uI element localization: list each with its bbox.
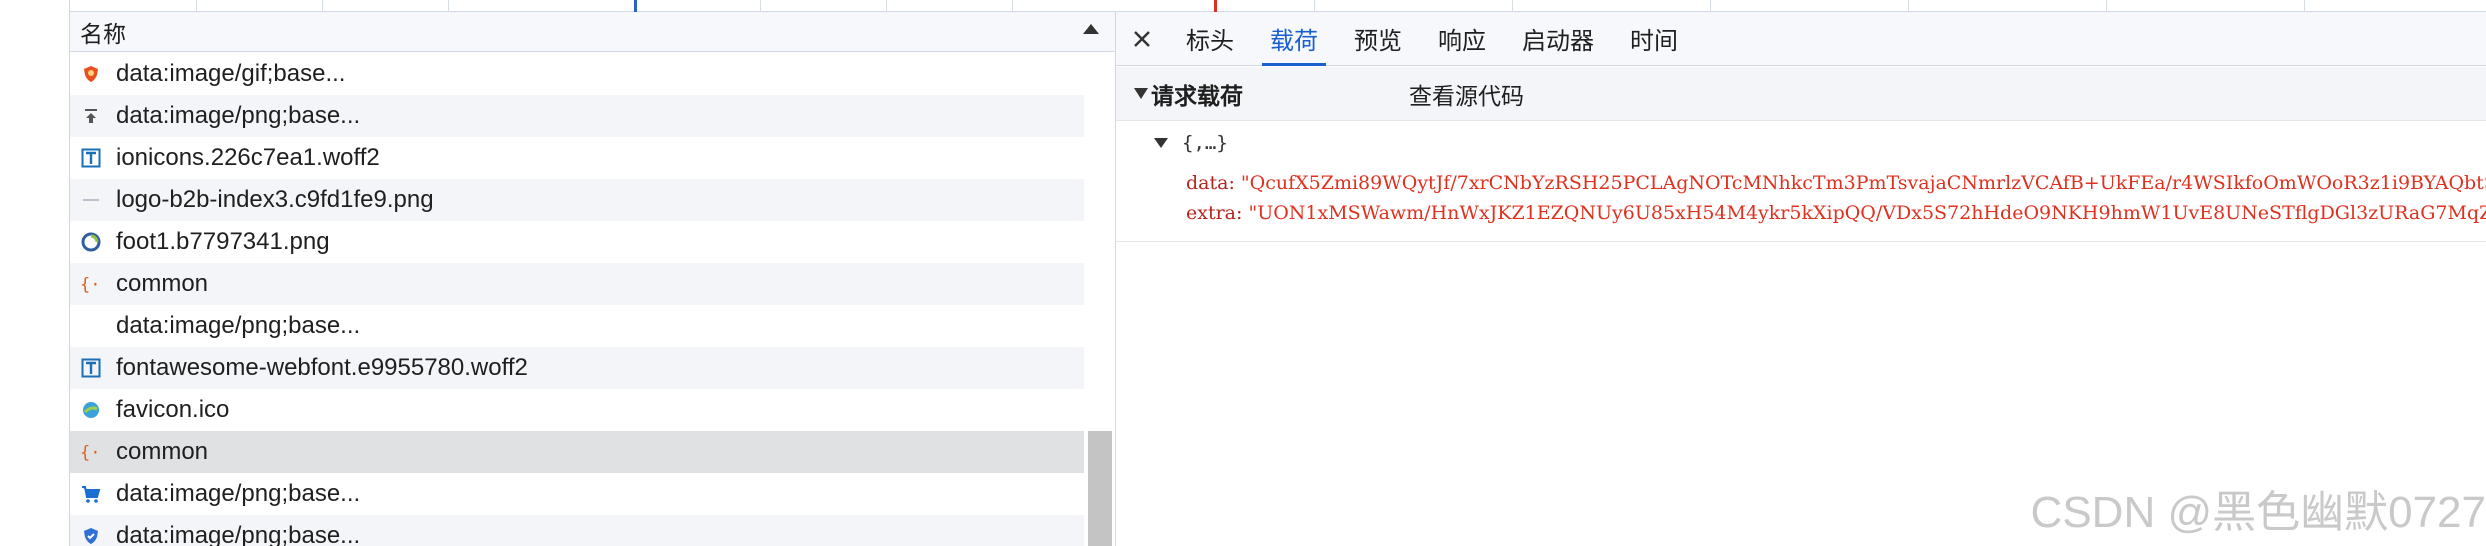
name-column-header[interactable]: 名称 — [70, 12, 1115, 52]
timeline-divider — [1710, 0, 1711, 12]
request-row[interactable]: data:image/png;base... — [70, 305, 1084, 347]
json-braces-icon: {·} — [80, 441, 102, 463]
payload-tree: {,…} data: "QcufX5Zmi89WQytJf/7xrCNbYzRS… — [1116, 122, 2486, 242]
blank-icon — [80, 315, 102, 337]
tab-headers[interactable]: 标头 — [1168, 12, 1252, 66]
timeline-divider — [448, 0, 449, 12]
request-name: data:image/gif;base... — [116, 60, 346, 87]
tab-initiator[interactable]: 启动器 — [1504, 12, 1612, 66]
payload-title: 请求载荷 — [1151, 82, 1243, 109]
request-row[interactable]: fontawesome-webfont.e9955780.woff2 — [70, 347, 1084, 389]
shield-blue-icon — [80, 525, 102, 546]
key-separator: : — [1236, 202, 1249, 224]
request-rows: data:image/gif;base... data:image/png;ba… — [70, 53, 1084, 546]
request-row[interactable]: ionicons.226c7ea1.woff2 — [70, 137, 1084, 179]
timeline-load-marker — [1214, 0, 1217, 12]
tab-preview[interactable]: 预览 — [1336, 12, 1420, 66]
tab-label: 载荷 — [1270, 28, 1318, 55]
payload-field-extra[interactable]: extra: "UON1xMSWawm/HnWxJKZ1EZQNUy6U85xH… — [1186, 202, 2486, 224]
request-row[interactable]: data:image/png;base... — [70, 95, 1084, 137]
request-row-selected[interactable]: {·} common — [70, 431, 1084, 473]
timeline-marker — [634, 0, 637, 12]
request-row[interactable]: data:image/png;base... — [70, 473, 1084, 515]
request-name: data:image/png;base... — [116, 102, 361, 129]
sort-ascending-icon[interactable] — [1083, 24, 1099, 34]
tab-timing[interactable]: 时间 — [1612, 12, 1696, 66]
list-scrollbar[interactable] — [1084, 53, 1115, 546]
request-row[interactable]: data:image/gif;base... — [70, 53, 1084, 95]
request-name: data:image/png;base... — [116, 522, 361, 546]
request-name: foot1.b7797341.png — [116, 228, 330, 255]
upload-arrow-icon — [80, 105, 102, 127]
json-braces-icon: {·} — [80, 273, 102, 295]
field-key: data — [1186, 172, 1229, 194]
request-row[interactable]: foot1.b7797341.png — [70, 221, 1084, 263]
dash-icon — [80, 189, 102, 211]
font-file-icon — [80, 147, 102, 169]
expand-triangle-icon — [1154, 138, 1168, 148]
request-detail-pane: 标头 载荷 预览 响应 启动器 时间 请求载荷 查看源代码 {,…} data:… — [1116, 0, 2486, 546]
tab-response[interactable]: 响应 — [1420, 12, 1504, 66]
request-name: data:image/png;base... — [116, 480, 361, 507]
timeline-divider — [1012, 0, 1013, 12]
watermark: CSDN @黑色幽默0727 — [2030, 488, 2486, 537]
payload-section-toggle[interactable]: 请求载荷 — [1134, 77, 1243, 111]
shield-orange-icon — [80, 63, 102, 85]
timeline-divider — [1908, 0, 1909, 12]
close-icon — [1134, 30, 1150, 47]
expand-triangle-icon — [1134, 88, 1148, 99]
globe-icon — [80, 399, 102, 421]
request-list-pane: 名称 data:image/gif;base... data:image/png… — [70, 12, 1116, 546]
request-row[interactable]: logo-b2b-index3.c9fd1fe9.png — [70, 179, 1084, 221]
close-button[interactable] — [1116, 12, 1168, 66]
timeline-divider — [1512, 0, 1513, 12]
timeline-divider — [322, 0, 323, 12]
field-value: "UON1xMSWawm/HnWxJKZ1EZQNUy6U85xH54M4ykr… — [1248, 202, 2486, 224]
timeline-divider — [760, 0, 761, 12]
tab-label: 时间 — [1630, 28, 1678, 55]
request-row[interactable]: {·} common — [70, 263, 1084, 305]
timeline-overview[interactable] — [70, 0, 1116, 12]
tab-label: 预览 — [1354, 28, 1402, 55]
tab-label: 响应 — [1438, 28, 1486, 55]
tree-root-node[interactable]: {,…} — [1154, 132, 1228, 154]
svg-text:{·}: {·} — [80, 275, 102, 294]
timeline-overview-right[interactable] — [1116, 0, 2486, 12]
swirl-logo-icon — [80, 231, 102, 253]
request-name: ionicons.226c7ea1.woff2 — [116, 144, 380, 171]
list-scrollbar-thumb[interactable] — [1088, 431, 1112, 546]
request-name: data:image/png;base... — [116, 312, 361, 339]
timeline-divider — [2304, 0, 2305, 12]
field-key: extra — [1186, 202, 1237, 224]
request-name: fontawesome-webfont.e9955780.woff2 — [116, 354, 528, 381]
request-name: common — [116, 438, 209, 465]
timeline-divider — [886, 0, 887, 12]
tab-payload[interactable]: 载荷 — [1252, 12, 1336, 66]
request-row[interactable]: favicon.ico — [70, 389, 1084, 431]
tab-label: 启动器 — [1522, 28, 1594, 55]
request-row[interactable]: data:image/png;base... — [70, 515, 1084, 546]
detail-tab-bar: 标头 载荷 预览 响应 启动器 时间 — [1116, 12, 2486, 66]
payload-field-data[interactable]: data: "QcufX5Zmi89WQytJf/7xrCNbYzRSH25PC… — [1186, 172, 2486, 194]
tab-label: 标头 — [1186, 28, 1234, 55]
view-source-link[interactable]: 查看源代码 — [1409, 77, 1524, 111]
left-gutter — [0, 0, 70, 546]
timeline-divider — [2106, 0, 2107, 12]
request-name: common — [116, 270, 209, 297]
tree-root-label: {,…} — [1182, 132, 1228, 154]
field-value: "QcufX5Zmi89WQytJf/7xrCNbYzRSH25PCLAgNOT… — [1240, 172, 2486, 194]
request-name: favicon.ico — [116, 396, 230, 423]
payload-section-header: 请求载荷 查看源代码 — [1116, 67, 2486, 121]
timeline-divider — [1314, 0, 1315, 12]
timeline-divider — [196, 0, 197, 12]
cart-icon — [80, 483, 102, 505]
font-file-icon — [80, 357, 102, 379]
svg-text:{·}: {·} — [80, 443, 102, 462]
column-header-label: 名称 — [80, 20, 126, 47]
request-name: logo-b2b-index3.c9fd1fe9.png — [116, 186, 434, 213]
key-separator: : — [1228, 172, 1241, 194]
